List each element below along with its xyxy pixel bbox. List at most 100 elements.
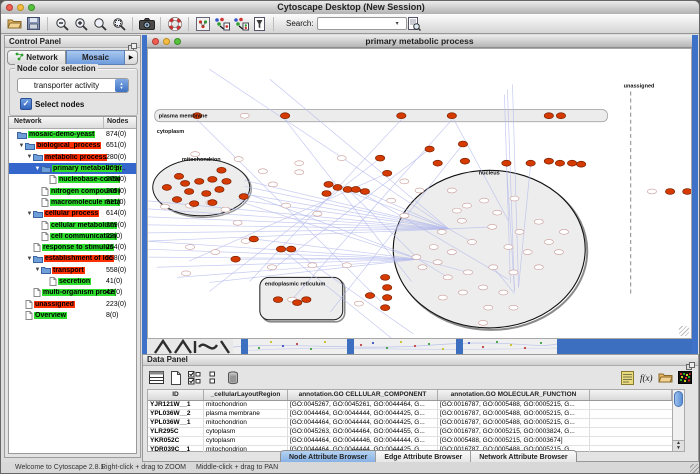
table-row[interactable]: YPL036W__2plasma membrane[GO:0044464, GO… <box>148 410 684 419</box>
gene-node-highlighted[interactable] <box>567 160 576 166</box>
gene-node[interactable] <box>452 208 461 213</box>
gene-node[interactable] <box>489 265 498 270</box>
tree-row[interactable]: unassigned223(0) <box>9 298 136 309</box>
gene-node-highlighted[interactable] <box>577 161 586 167</box>
zoom-selected-icon[interactable] <box>109 15 128 32</box>
gene-node[interactable] <box>221 207 230 212</box>
gene-node[interactable] <box>499 290 508 295</box>
tree-col-divider[interactable] <box>103 117 104 128</box>
gene-node[interactable] <box>457 218 466 223</box>
gene-node-highlighted[interactable] <box>380 305 389 311</box>
delete-attribute-icon[interactable] <box>223 369 242 387</box>
gene-node[interactable] <box>554 250 563 255</box>
apply-layout-b-icon[interactable] <box>231 15 250 32</box>
tree-row[interactable]: ▼establishment of loc558(0) <box>9 253 136 264</box>
advanced-search-icon[interactable] <box>405 15 424 32</box>
tree-row[interactable]: ▼transport558(0) <box>9 265 136 276</box>
gene-node-highlighted[interactable] <box>195 178 204 184</box>
column-header[interactable]: annotation.GO MOLECULAR_FUNCTION <box>438 390 590 400</box>
gene-node[interactable] <box>534 265 543 270</box>
tree-row[interactable]: ▼metabolic process280(0) <box>9 152 136 163</box>
zoom-out-icon[interactable] <box>52 15 71 32</box>
network-canvas[interactable]: plasma membranecytoplasmmitochondrionnuc… <box>147 48 692 339</box>
gene-node-highlighted[interactable] <box>425 146 434 152</box>
table-row[interactable]: YPL036W__1mitochondrion[GO:0044464, GO:0… <box>148 419 684 428</box>
gene-node[interactable] <box>387 198 396 203</box>
gene-node-highlighted[interactable] <box>231 256 240 262</box>
gene-node[interactable] <box>447 188 456 193</box>
expand-arrow-icon[interactable]: ▼ <box>18 143 25 149</box>
gene-node-highlighted[interactable] <box>526 160 535 166</box>
scrollbar-arrows[interactable]: ▲▼ <box>673 440 684 451</box>
gene-node[interactable] <box>354 301 363 306</box>
gene-node[interactable] <box>544 240 553 245</box>
gene-node[interactable] <box>429 245 438 250</box>
vizmapper-icon[interactable] <box>193 15 212 32</box>
gene-node-highlighted[interactable] <box>208 200 217 206</box>
gene-node[interactable] <box>462 203 471 208</box>
column-header[interactable]: _cellularLayoutRegion <box>204 390 288 400</box>
expand-arrow-icon[interactable]: ▼ <box>34 166 41 172</box>
gene-node[interactable] <box>467 240 476 245</box>
gene-node-highlighted[interactable] <box>365 293 374 299</box>
gene-node-highlighted[interactable] <box>502 160 511 166</box>
gene-node-highlighted[interactable] <box>460 158 469 164</box>
notes-icon[interactable] <box>618 369 637 387</box>
gene-node-highlighted[interactable] <box>322 191 331 197</box>
gene-node[interactable] <box>443 275 452 280</box>
column-header[interactable]: annotation.GO CELLULAR_COMPONENT <box>288 390 438 400</box>
column-header[interactable] <box>590 390 672 400</box>
gene-node[interactable] <box>559 229 568 234</box>
gene-node-highlighted[interactable] <box>280 113 289 119</box>
gene-node[interactable] <box>447 250 456 255</box>
tree-row[interactable]: mosaic-demo-yeast874(0) <box>9 129 136 140</box>
gene-node-highlighted[interactable] <box>276 246 285 252</box>
table-row[interactable]: YKR052Ccytoplasm[GO:0044464, GO:0044446,… <box>148 437 684 446</box>
gene-node[interactable] <box>480 198 489 203</box>
gene-node[interactable] <box>523 250 532 255</box>
expand-arrow-icon[interactable]: ▼ <box>26 154 33 160</box>
tab-overflow-arrow[interactable]: ▶ <box>125 50 138 65</box>
table-row[interactable]: YJR121W__1mitochondrion[GO:0045267, GO:0… <box>148 401 684 410</box>
gene-node[interactable] <box>268 182 277 187</box>
gene-node-highlighted[interactable] <box>302 297 311 303</box>
gene-node[interactable] <box>186 245 195 250</box>
gene-node-highlighted[interactable] <box>555 160 564 166</box>
gene-node[interactable] <box>267 265 276 270</box>
tree-row[interactable]: ▼cellular process614(0) <box>9 208 136 219</box>
gene-node[interactable] <box>233 220 242 225</box>
gene-node[interactable] <box>240 113 249 118</box>
tab-network[interactable]: Network <box>7 50 66 65</box>
gene-node[interactable] <box>211 250 220 255</box>
attribute-grid-icon[interactable] <box>147 369 166 387</box>
tree-row[interactable]: secretion41(0) <box>9 276 136 287</box>
gene-node-highlighted[interactable] <box>544 158 553 164</box>
scrollbar-thumb[interactable] <box>674 391 683 407</box>
gene-node[interactable] <box>160 204 169 209</box>
filter-icon[interactable] <box>250 15 269 32</box>
function-icon[interactable]: f(x) <box>637 369 656 387</box>
search-input[interactable] <box>317 17 407 30</box>
gene-node[interactable] <box>437 229 446 234</box>
tree-row[interactable]: Overview8(0) <box>9 310 136 321</box>
open-file-icon[interactable] <box>5 15 24 32</box>
gene-node-highlighted[interactable] <box>208 176 217 182</box>
tree-row[interactable]: cellular metabolism209(0) <box>9 219 136 230</box>
gene-node-highlighted[interactable] <box>180 180 189 186</box>
expand-arrow-icon[interactable]: ▼ <box>26 211 33 217</box>
gene-node-highlighted[interactable] <box>239 194 248 200</box>
import-attributes-icon[interactable] <box>656 369 675 387</box>
gene-node[interactable] <box>534 219 543 224</box>
tree-row[interactable]: nucleobase-containing209(0) <box>9 174 136 185</box>
gene-node-highlighted[interactable] <box>380 274 389 280</box>
gene-node-highlighted[interactable] <box>458 141 467 147</box>
gene-node[interactable] <box>258 169 267 174</box>
gene-node-highlighted[interactable] <box>397 113 406 119</box>
gene-node[interactable] <box>191 152 200 157</box>
snapshot-icon[interactable] <box>137 15 156 32</box>
gene-node[interactable] <box>400 213 409 218</box>
gene-node[interactable] <box>493 210 502 215</box>
tree-row[interactable]: response to stimulus264(0) <box>9 242 136 253</box>
gene-node-highlighted[interactable] <box>383 170 392 176</box>
gene-node-highlighted[interactable] <box>447 113 456 119</box>
